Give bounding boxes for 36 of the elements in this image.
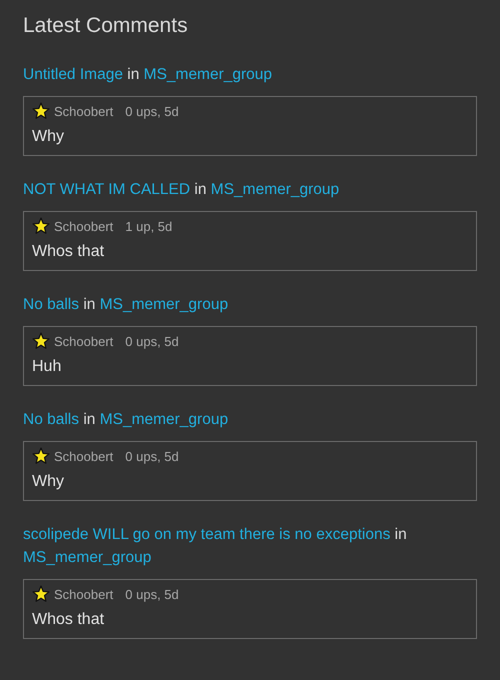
post-link[interactable]: Untitled Image: [23, 66, 123, 83]
author-link[interactable]: Schoobert: [54, 448, 114, 464]
author-link[interactable]: Schoobert: [54, 104, 114, 118]
author-link[interactable]: Schoobert: [54, 586, 114, 602]
group-link[interactable]: MS_memer_group: [23, 549, 152, 566]
group-link[interactable]: MS_memer_group: [100, 296, 228, 313]
comment-meta: 1 up, 5d: [125, 218, 172, 234]
post-link[interactable]: NOT WHAT IM CALLED: [23, 181, 190, 198]
comment-meta: 0 ups, 5d: [125, 586, 179, 602]
author-link[interactable]: Schoobert: [54, 334, 114, 348]
comment-text: Why: [32, 472, 65, 492]
star-icon: [32, 585, 50, 603]
post-link[interactable]: scolipede WILL go on my team there is no exceptions: [23, 526, 390, 543]
group-link[interactable]: MS_memer_group: [100, 411, 228, 428]
in-label: in: [127, 66, 140, 83]
post-link[interactable]: No balls: [23, 411, 79, 428]
in-label: in: [194, 181, 206, 198]
in-label: in: [394, 526, 407, 543]
comment-text: Whos that: [32, 610, 106, 630]
comment-text: Whos that: [32, 242, 106, 262]
star-icon: [32, 447, 50, 465]
comment-text: Why: [32, 127, 65, 147]
star-icon: [32, 217, 50, 235]
star-icon: [32, 102, 50, 120]
comment-meta: 0 ups, 5d: [125, 104, 179, 118]
in-label: in: [83, 296, 96, 313]
comment-text: Huh: [32, 357, 62, 377]
comment-meta: 0 ups, 5d: [125, 334, 179, 348]
comment-meta: 0 ups, 5d: [125, 448, 179, 464]
star-icon: [32, 332, 50, 350]
group-link[interactable]: MS_memer_group: [210, 181, 340, 198]
section-title: Latest Comments: [23, 13, 189, 39]
post-link[interactable]: No balls: [23, 296, 79, 313]
in-label: in: [83, 411, 96, 428]
group-link[interactable]: MS_memer_group: [144, 66, 272, 83]
author-link[interactable]: Schoobert: [54, 218, 114, 234]
